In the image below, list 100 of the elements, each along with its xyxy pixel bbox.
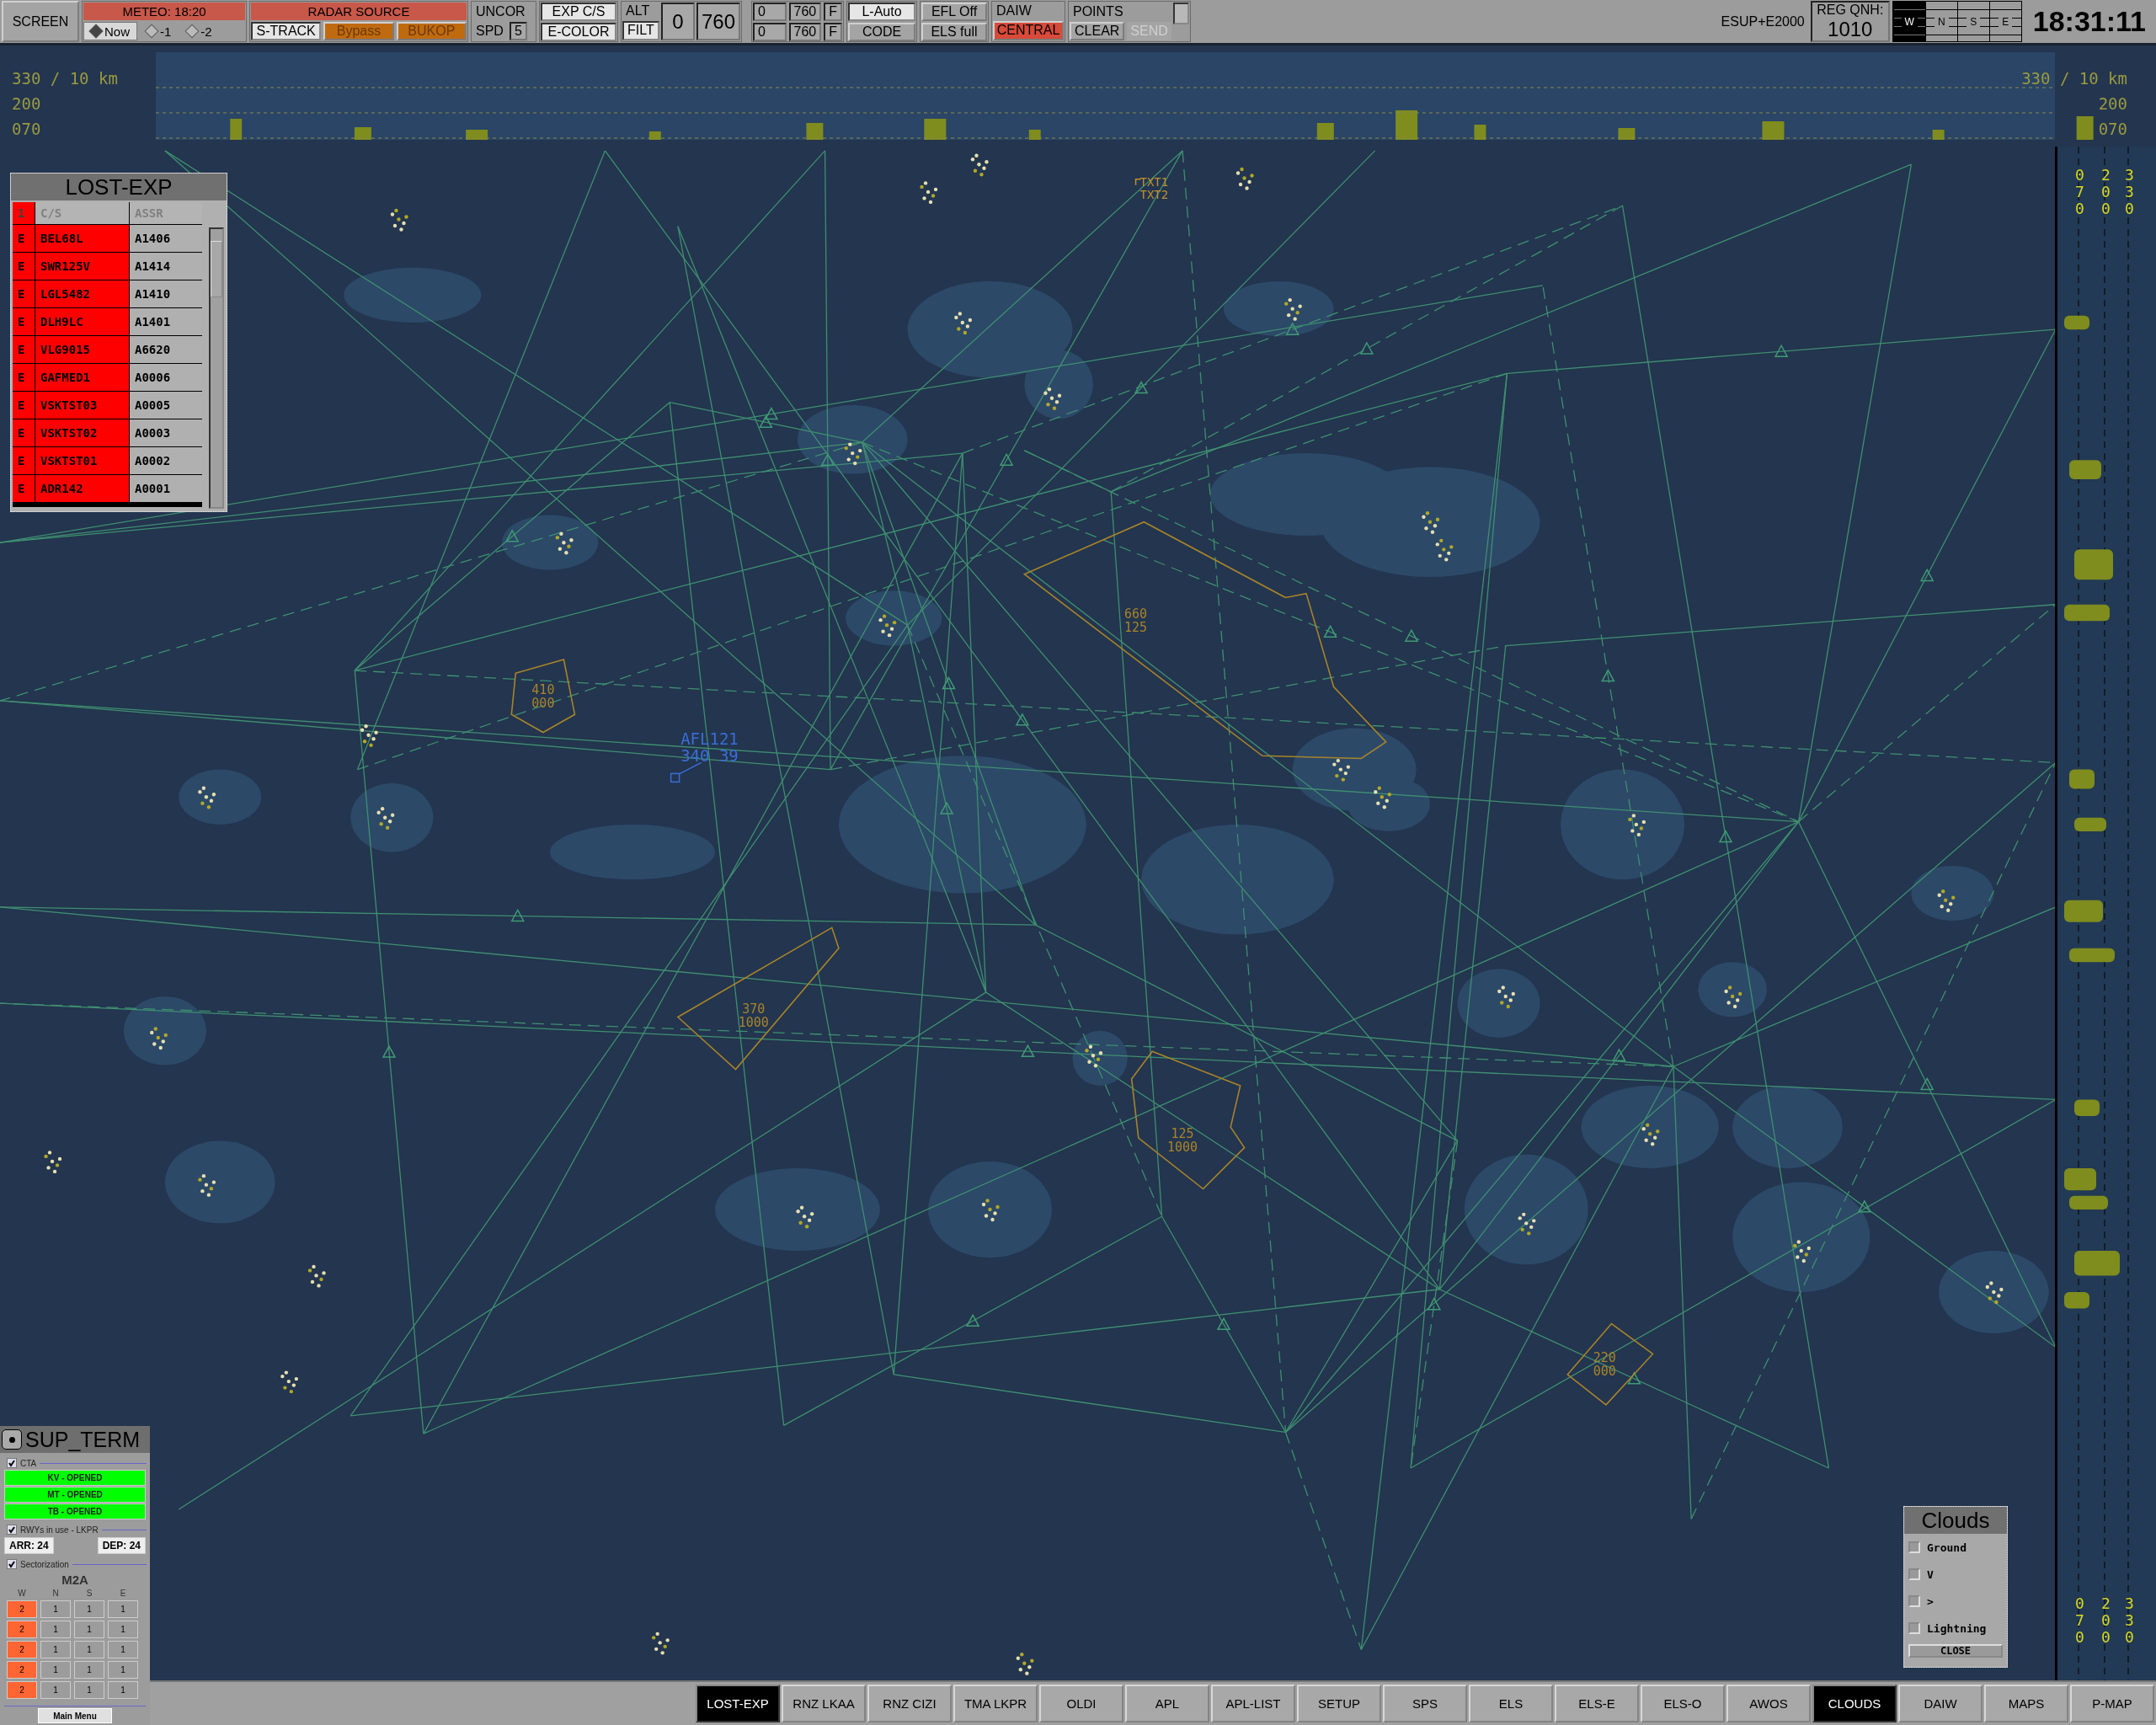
radio-icon[interactable]	[2, 1429, 22, 1450]
scale-digit: 0	[2101, 183, 2111, 200]
sector-level-label: 370	[742, 1001, 766, 1017]
cloud-option[interactable]: V	[1904, 1561, 2007, 1588]
menu-button[interactable]: SETUP	[1297, 1685, 1381, 1722]
cloud-option[interactable]: >	[1904, 1588, 2007, 1615]
sector-cell: 1	[74, 1621, 104, 1638]
sector-level-label: 1000	[1167, 1140, 1198, 1156]
altitude-label: 070	[2098, 120, 2127, 138]
weather-echo	[390, 208, 408, 232]
altitude-label: 070	[12, 120, 41, 138]
close-button[interactable]: CLOSE	[1908, 1644, 2003, 1658]
level-max-field[interactable]: 760	[788, 3, 822, 21]
checkbox[interactable]	[7, 1559, 17, 1569]
menu-button[interactable]: APL	[1125, 1685, 1209, 1722]
waypoint-icon	[1919, 568, 1935, 582]
alt-max-field[interactable]: 760	[696, 3, 740, 40]
menu-button[interactable]: TMA LKPR	[953, 1685, 1038, 1722]
menu-button[interactable]: APL-LIST	[1211, 1685, 1295, 1722]
weather-echo	[1016, 1653, 1034, 1675]
waypoint-icon	[1285, 322, 1299, 335]
unit-label: F	[824, 23, 842, 41]
scale-digit: 2	[2101, 166, 2111, 184]
checkbox[interactable]	[7, 1458, 17, 1468]
column-header: E	[119, 1589, 127, 1598]
alt-min-field[interactable]: 0	[660, 3, 695, 40]
table-cell: ADR142	[35, 475, 129, 502]
table-cell: SWR125V	[35, 253, 129, 280]
l-auto-button[interactable]: L-Auto	[848, 3, 915, 21]
level-max-field[interactable]: 760	[788, 23, 822, 41]
waypoint-icon	[939, 801, 954, 814]
els-button[interactable]: ELS full	[921, 23, 987, 41]
weather-echo	[1985, 1281, 2004, 1305]
column-header: S	[85, 1589, 93, 1598]
waypoint-icon	[820, 452, 835, 466]
sector-cell: 1	[108, 1681, 138, 1699]
scale-digit: 3	[2125, 1594, 2134, 1612]
scale-digit: 3	[2125, 1611, 2134, 1629]
waypoint-icon	[764, 406, 779, 420]
points-input-field[interactable]	[1172, 3, 1189, 24]
exp-cs-button[interactable]: EXP C/S	[541, 3, 616, 21]
sector-cell: 1	[74, 1661, 104, 1679]
menu-button[interactable]: SPS	[1383, 1685, 1467, 1722]
central-button[interactable]: CENTRAL	[993, 20, 1064, 40]
table-cell: BEL68L	[35, 225, 129, 252]
sector-cell: 1	[108, 1621, 138, 1638]
wind-column[interactable]: N	[1924, 2, 1957, 41]
wind-column[interactable]: W	[1892, 2, 1925, 41]
menu-button[interactable]: ELS-E	[1555, 1685, 1639, 1722]
aircraft-symbol-icon[interactable]	[670, 772, 680, 783]
scale-digit: 0	[2075, 166, 2084, 184]
menu-button[interactable]: RNZ CIZI	[867, 1685, 952, 1722]
speed-field[interactable]: 5	[509, 22, 527, 40]
efl-button[interactable]: EFL Off	[921, 3, 987, 21]
radar-source-button[interactable]: S-TRACK	[251, 22, 322, 40]
wind-column[interactable]: E	[1988, 2, 2021, 41]
menu-button[interactable]: RNZ LKAA	[782, 1685, 866, 1722]
menu-button[interactable]: DAIW	[1898, 1685, 1983, 1722]
screen-button[interactable]: SCREEN	[2, 1, 79, 42]
menu-button[interactable]: MAPS	[1984, 1685, 2068, 1722]
waypoint-icon	[510, 908, 525, 922]
waypoint-icon	[759, 414, 773, 429]
altitude-label: 330 / 10 km	[12, 69, 118, 88]
scrollbar[interactable]	[209, 227, 224, 509]
cloud-area	[1072, 1030, 1128, 1087]
menu-button[interactable]: P-MAP	[2070, 1685, 2154, 1722]
menu-button[interactable]: LOST-EXP	[696, 1685, 780, 1722]
filt-button[interactable]: FILT	[622, 20, 659, 40]
code-button[interactable]: CODE	[848, 23, 915, 41]
sector-level-label: 000	[531, 695, 555, 711]
menu-button[interactable]: OLDI	[1039, 1685, 1123, 1722]
scale-digit: 0	[2125, 200, 2134, 217]
menu-button[interactable]: AWOS	[1726, 1685, 1811, 1722]
uncor-label[interactable]: UNCOR	[472, 3, 529, 20]
clear-button[interactable]: CLEAR	[1070, 22, 1125, 40]
weather-echo	[198, 786, 216, 809]
cloud-option[interactable]: Ground	[1904, 1534, 2007, 1561]
weather-echo	[1628, 814, 1646, 837]
cloud-option[interactable]: Lightning	[1904, 1615, 2007, 1642]
e-color-button[interactable]: E-COLOR	[541, 23, 616, 41]
menu-button[interactable]: ELS	[1469, 1685, 1553, 1722]
level-min-field[interactable]: 0	[753, 3, 787, 21]
meteo-radio[interactable]: -1	[140, 22, 179, 40]
main-menu-button[interactable]: Main Menu	[38, 1708, 112, 1723]
meteo-radio[interactable]: -2	[180, 22, 219, 40]
meteo-radio[interactable]: Now	[83, 22, 137, 40]
weather-echo	[360, 724, 378, 747]
weather-echo	[1374, 786, 1391, 809]
checkbox[interactable]	[7, 1525, 17, 1535]
section-label: RWYs in use - LKPR	[20, 1525, 99, 1535]
wind-column[interactable]: S	[1956, 2, 1989, 41]
weather-echo	[280, 1370, 299, 1394]
sector-level-label: 000	[1593, 1364, 1616, 1380]
system-label: ESUP+E2000	[1721, 13, 1806, 30]
level-min-field[interactable]: 0	[753, 23, 787, 41]
menu-button[interactable]: CLOUDS	[1812, 1685, 1897, 1722]
menu-button[interactable]: ELS-O	[1641, 1685, 1725, 1722]
weather-echo	[1435, 538, 1454, 562]
table-cell: GAFMED1	[35, 364, 129, 391]
weather-echo	[878, 614, 897, 638]
